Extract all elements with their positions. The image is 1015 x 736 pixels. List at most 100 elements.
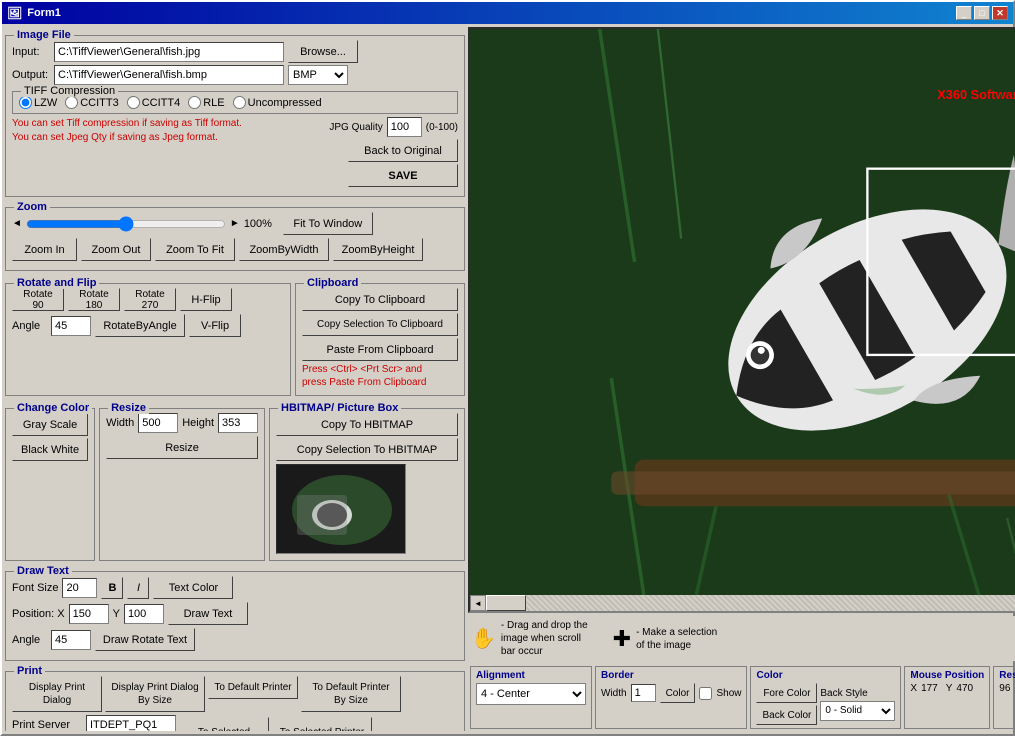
- draw-text-label: Draw Text: [14, 565, 72, 577]
- jpg-quality-input[interactable]: [387, 117, 422, 137]
- browse-button[interactable]: Browse...: [288, 40, 358, 63]
- copy-to-clipboard-button[interactable]: Copy To Clipboard: [302, 288, 458, 311]
- copy-to-hbitmap-button[interactable]: Copy To HBITMAP: [276, 413, 458, 436]
- image-file-label: Image File: [14, 29, 74, 41]
- italic-button[interactable]: I: [127, 577, 149, 599]
- back-style-select[interactable]: 0 - Solid 1 - Transparent: [820, 701, 895, 721]
- position-x-input[interactable]: [69, 604, 109, 624]
- resize-label: Resize: [108, 402, 149, 414]
- color-panel: Color Fore Color Back Color Back Style 0…: [750, 666, 901, 729]
- minimize-button[interactable]: _: [956, 6, 972, 20]
- border-width-input[interactable]: [631, 684, 656, 702]
- black-white-button[interactable]: Black White: [12, 438, 88, 461]
- to-default-printer-button[interactable]: To Default Printer: [208, 676, 298, 699]
- scroll-left-icon[interactable]: ◄: [12, 218, 22, 229]
- resize-group: Resize Width Height Resize: [99, 408, 265, 561]
- tiff-ccitt3-radio[interactable]: [65, 96, 78, 109]
- width-input[interactable]: [138, 413, 178, 433]
- hbitmap-label: HBITMAP/ Picture Box: [278, 402, 401, 414]
- font-size-input[interactable]: [62, 578, 97, 598]
- print-server-label: Print Server: [12, 719, 82, 731]
- angle-label: Angle: [12, 320, 47, 332]
- alignment-title: Alignment: [476, 670, 586, 681]
- draw-angle-input[interactable]: [51, 630, 91, 650]
- change-color-group: Change Color Gray Scale Black White: [5, 408, 95, 561]
- draw-text-group: Draw Text Font Size B I Text Color Posit…: [5, 571, 465, 661]
- border-show-label: Show: [716, 688, 741, 699]
- position-x-label: Position: X: [12, 608, 65, 620]
- position-y-input[interactable]: [124, 604, 164, 624]
- to-default-printer-by-size-button[interactable]: To Default PrinterBy Size: [301, 676, 401, 712]
- back-style-label: Back Style: [820, 688, 895, 699]
- mini-preview: [276, 464, 406, 554]
- jpg-quality-label: JPG Quality: [329, 122, 382, 133]
- paste-from-clipboard-button[interactable]: Paste From Clipboard: [302, 338, 458, 361]
- save-button[interactable]: SAVE: [348, 164, 458, 187]
- angle-input[interactable]: [51, 316, 91, 336]
- copy-selection-hbitmap-button[interactable]: Copy Selection To HBITMAP: [276, 438, 458, 461]
- zoom-in-button[interactable]: Zoom In: [12, 238, 77, 261]
- mouse-x-label: X: [910, 683, 917, 694]
- scroll-right-icon[interactable]: ►: [230, 218, 240, 229]
- rotate90-button[interactable]: Rotate90: [12, 288, 64, 311]
- height-input[interactable]: [218, 413, 258, 433]
- border-color-button[interactable]: Color: [660, 683, 696, 703]
- close-button[interactable]: ✕: [992, 6, 1008, 20]
- gray-scale-button[interactable]: Gray Scale: [12, 413, 88, 436]
- tiff-lzw-radio[interactable]: [19, 96, 32, 109]
- copy-selection-clipboard-button[interactable]: Copy Selection To Clipboard: [302, 313, 458, 336]
- to-selected-printer-by-size-button[interactable]: To Selected PrinterBy Size: [272, 717, 372, 731]
- horizontal-scrollbar[interactable]: ◄ ►: [470, 595, 1015, 611]
- format-select[interactable]: BMP JPG PNG TIFF: [288, 65, 348, 85]
- crosshair-cursor-icon[interactable]: ✚: [613, 626, 631, 652]
- back-to-original-button[interactable]: Back to Original: [348, 139, 458, 162]
- mouse-position-title: Mouse Position: [910, 670, 984, 681]
- tiff-rle-radio[interactable]: [188, 96, 201, 109]
- mouse-x-value: 177: [921, 683, 938, 694]
- to-selected-printer-button[interactable]: To SelectedPrinter: [179, 717, 269, 731]
- zoom-by-width-button[interactable]: ZoomByWidth: [239, 238, 329, 261]
- display-print-dialog-by-size-button[interactable]: Display Print DialogBy Size: [105, 676, 205, 712]
- output-path[interactable]: C:\TiffViewer\General\fish.bmp: [54, 65, 284, 85]
- display-print-dialog-button[interactable]: Display PrintDialog: [12, 676, 102, 712]
- back-color-button[interactable]: Back Color: [756, 705, 817, 725]
- hflip-button[interactable]: H-Flip: [180, 288, 232, 311]
- bold-button[interactable]: B: [101, 577, 123, 599]
- hand-cursor-icon[interactable]: ✋: [471, 626, 496, 651]
- fore-color-button[interactable]: Fore Color: [756, 683, 817, 703]
- vflip-button[interactable]: V-Flip: [189, 314, 241, 337]
- watermark: X360 Software: [937, 87, 1015, 102]
- zoom-out-button[interactable]: Zoom Out: [81, 238, 151, 261]
- bottom-info-panels: Alignment 4 - Center 0 - Left 1 - Right …: [468, 664, 1015, 731]
- zoom-by-height-button[interactable]: ZoomByHeight: [333, 238, 423, 261]
- border-show-checkbox[interactable]: [699, 687, 712, 700]
- fish-image: X360 Software: [470, 29, 1015, 611]
- tiff-uncompressed-radio[interactable]: [233, 96, 246, 109]
- text-color-button[interactable]: Text Color: [153, 576, 233, 599]
- draw-text-button[interactable]: Draw Text: [168, 602, 248, 625]
- color-title: Color: [756, 670, 895, 681]
- fit-to-window-button[interactable]: Fit To Window: [283, 212, 373, 235]
- zoom-slider[interactable]: [26, 216, 226, 232]
- print-group: Print Display PrintDialog Display Print …: [5, 671, 465, 731]
- clipboard-label: Clipboard: [304, 277, 361, 289]
- alignment-select[interactable]: 4 - Center 0 - Left 1 - Right 2 - Top 3 …: [476, 683, 586, 705]
- input-path[interactable]: C:\TiffViewer\General\fish.jpg: [54, 42, 284, 62]
- rotate270-button[interactable]: Rotate270: [124, 288, 176, 311]
- image-canvas: X360 Software ▲ ▼: [468, 27, 1015, 613]
- tiff-ccitt4-radio[interactable]: [127, 96, 140, 109]
- maximize-button[interactable]: □: [974, 6, 990, 20]
- scrollbar-left-button[interactable]: ◄: [470, 595, 486, 611]
- rotate-flip-label: Rotate and Flip: [14, 277, 99, 289]
- draw-rotate-text-button[interactable]: Draw Rotate Text: [95, 628, 195, 651]
- rotate180-button[interactable]: Rotate180: [68, 288, 120, 311]
- tiff-label: TIFF Compression: [21, 85, 118, 97]
- clipboard-group: Clipboard Copy To Clipboard Copy Selecti…: [295, 283, 465, 396]
- jpg-quality-range: (0-100): [426, 122, 458, 133]
- mouse-position-panel: Mouse Position X 177 Y 470: [904, 666, 990, 729]
- zoom-percent: 100%: [244, 218, 279, 230]
- print-server-input[interactable]: [86, 715, 176, 731]
- rotate-by-angle-button[interactable]: RotateByAngle: [95, 314, 185, 337]
- zoom-to-fit-button[interactable]: Zoom To Fit: [155, 238, 235, 261]
- resize-button[interactable]: Resize: [106, 436, 258, 459]
